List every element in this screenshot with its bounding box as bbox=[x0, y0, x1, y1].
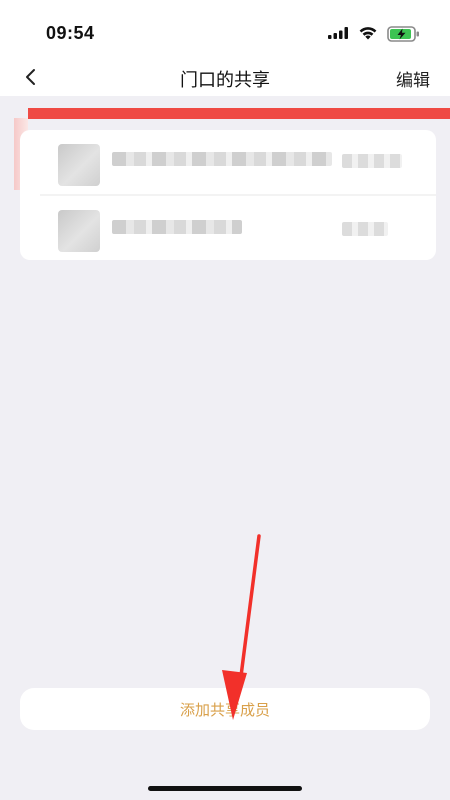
member-row[interactable] bbox=[20, 196, 436, 260]
wifi-icon bbox=[359, 27, 377, 40]
annotation-arrow bbox=[222, 534, 261, 720]
member-name bbox=[112, 152, 332, 166]
battery-charging-icon bbox=[387, 26, 419, 42]
notice-banner-strip bbox=[28, 108, 450, 119]
add-member-label: 添加共享成员 bbox=[179, 700, 270, 719]
member-row[interactable] bbox=[20, 130, 436, 194]
avatar bbox=[58, 144, 100, 186]
page-title: 门口的共享 bbox=[180, 70, 270, 91]
member-meta bbox=[342, 154, 402, 168]
status-time: 09:54 bbox=[46, 23, 95, 43]
screen: 09:54 门口的共享 编辑 添加共享成员 bbox=[0, 0, 450, 800]
avatar bbox=[58, 210, 100, 252]
members-card bbox=[20, 130, 436, 260]
edit-button[interactable]: 编辑 bbox=[396, 66, 430, 91]
home-indicator[interactable] bbox=[148, 786, 302, 791]
nav-bar: 门口的共享 编辑 bbox=[0, 62, 450, 96]
status-bar: 09:54 bbox=[0, 0, 450, 62]
signal-icon bbox=[328, 27, 348, 39]
add-member-button[interactable]: 添加共享成员 bbox=[20, 688, 430, 730]
member-meta bbox=[342, 222, 388, 236]
member-name bbox=[112, 220, 242, 234]
